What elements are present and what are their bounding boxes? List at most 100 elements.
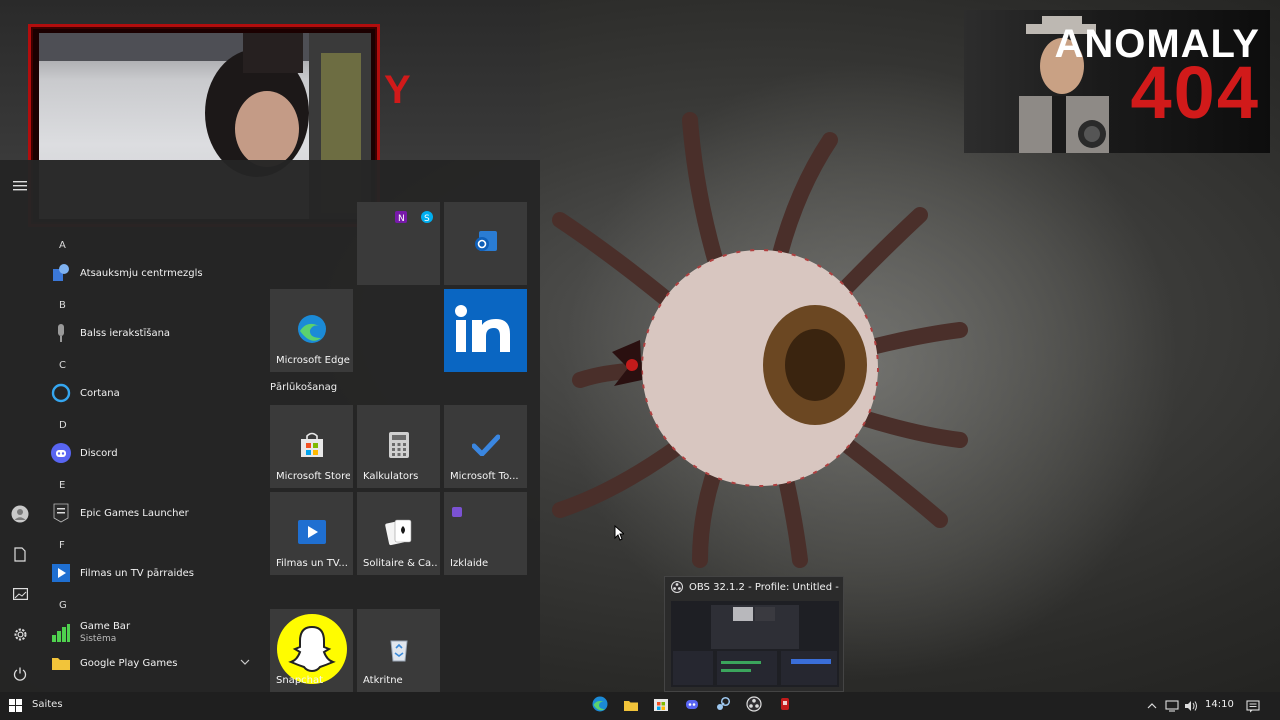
- taskbar-file-explorer[interactable]: [621, 696, 641, 716]
- tile-microsoft-todo[interactable]: Microsoft To...: [444, 405, 527, 488]
- steam-icon: [715, 696, 731, 716]
- tile-snapchat[interactable]: Snapchat: [270, 609, 353, 692]
- network-icon[interactable]: [1163, 696, 1181, 716]
- settings-gear-icon[interactable]: [8, 622, 32, 646]
- edge-icon: [592, 696, 608, 716]
- show-hidden-icons-chevron-up-icon[interactable]: [1143, 696, 1161, 716]
- tile-group-label[interactable]: Pārlūkošanag: [270, 382, 337, 393]
- tile-microsoft-edge[interactable]: Microsoft Edge: [270, 289, 353, 372]
- app-sublabel: Sistēma: [80, 634, 117, 644]
- tile-office-group[interactable]: N S: [357, 202, 440, 285]
- user-account-icon[interactable]: [8, 502, 32, 526]
- documents-icon[interactable]: [8, 542, 32, 566]
- tile-label: Filmas un TV...: [276, 558, 348, 569]
- app-item-cortana[interactable]: Cortana: [50, 378, 260, 408]
- taskbar-clock[interactable]: 14:10: [1205, 699, 1234, 710]
- app-item-game-bar[interactable]: Game Bar Sistēma: [50, 618, 260, 648]
- tile-linkedin[interactable]: [444, 289, 527, 372]
- tile-solitaire[interactable]: Solitaire & Ca...: [357, 492, 440, 575]
- taskbar-obs[interactable]: [744, 696, 764, 716]
- game-logo-overlay: ANOMALY 404: [964, 10, 1270, 153]
- letter-header[interactable]: F: [59, 540, 65, 551]
- obs-thumbnail: [671, 601, 839, 687]
- outlook-icon: [473, 229, 499, 259]
- epic-games-icon: [50, 502, 72, 524]
- windows-logo-icon: [8, 697, 22, 716]
- app-list: A Atsauksmju centrmezgls B Balss ierakst…: [40, 160, 260, 692]
- tile-entertainment-folder[interactable]: Izklaide: [444, 492, 527, 575]
- volume-icon[interactable]: [1182, 696, 1200, 716]
- app-item-feedback-hub[interactable]: Atsauksmju centrmezgls: [50, 258, 260, 288]
- obs-icon: [746, 696, 762, 716]
- tile-label: Izklaide: [450, 558, 489, 569]
- tile-calculator[interactable]: Kalkulators: [357, 405, 440, 488]
- letter-header[interactable]: C: [59, 360, 66, 371]
- letter-header[interactable]: D: [59, 420, 67, 431]
- tile-label: Microsoft Edge: [276, 355, 350, 366]
- tile-label: Kalkulators: [363, 471, 419, 482]
- folder-icon: [623, 697, 639, 716]
- pictures-icon[interactable]: [8, 582, 32, 606]
- movies-tv-icon: [50, 562, 72, 584]
- discord-icon: [684, 696, 700, 716]
- cortana-icon: [50, 382, 72, 404]
- taskbar-store[interactable]: [651, 696, 671, 716]
- onenote-icon: N: [395, 208, 407, 227]
- feedback-hub-icon: [50, 262, 72, 284]
- app-label: Balss ierakstīšana: [80, 327, 171, 339]
- overlay-logo-fragment: Y: [384, 68, 411, 112]
- app-label: Game Bar: [80, 621, 131, 632]
- app-item-epic-games[interactable]: Epic Games Launcher: [50, 498, 260, 528]
- hamburger-menu-icon[interactable]: [8, 174, 32, 198]
- mouse-cursor: [614, 524, 626, 545]
- obs-window-preview[interactable]: OBS 32.1.2 - Profile: Untitled - S...: [664, 576, 844, 692]
- tile-microsoft-store[interactable]: Microsoft Store: [270, 405, 353, 488]
- start-button[interactable]: [0, 692, 30, 720]
- taskbar-edge[interactable]: [590, 696, 610, 716]
- tile-movies-tv[interactable]: Filmas un TV...: [270, 492, 353, 575]
- voice-recorder-icon: [50, 322, 72, 344]
- tile-label: Atkritne: [363, 675, 403, 686]
- app-label: Cortana: [80, 387, 120, 399]
- start-rail: [0, 160, 40, 692]
- edge-icon: [297, 314, 327, 348]
- folder-icon: [50, 652, 72, 674]
- linkedin-icon: [454, 304, 518, 358]
- game-number-text: 404: [1130, 51, 1260, 134]
- letter-header[interactable]: G: [59, 600, 67, 611]
- app-item-movies-tv[interactable]: Filmas un TV pārraides: [50, 558, 260, 588]
- app-item-google-play-games[interactable]: Google Play Games: [50, 648, 260, 678]
- tile-label: Snapchat: [276, 675, 324, 686]
- taskbar-game[interactable]: [775, 696, 795, 716]
- tile-label: Microsoft Store: [276, 471, 350, 482]
- svg-text:N: N: [398, 214, 405, 223]
- solitaire-cards-icon: [384, 517, 414, 551]
- taskbar-steam[interactable]: [713, 696, 733, 716]
- calculator-icon: [388, 431, 410, 463]
- recycle-bin-icon: [388, 636, 410, 666]
- taskbar-search-label[interactable]: Saites: [32, 699, 63, 710]
- power-icon[interactable]: [8, 662, 32, 686]
- game-bar-icon: [50, 622, 72, 644]
- app-item-discord[interactable]: Discord: [50, 438, 260, 468]
- movies-tv-icon: [297, 517, 327, 551]
- app-label: Google Play Games: [80, 657, 178, 669]
- svg-text:S: S: [424, 214, 430, 223]
- letter-header[interactable]: E: [59, 480, 65, 491]
- app-label: Discord: [80, 447, 118, 459]
- app-label: Filmas un TV pārraides: [80, 567, 194, 579]
- app-item-voice-recorder[interactable]: Balss ierakstīšana: [50, 318, 260, 348]
- letter-header[interactable]: B: [59, 300, 66, 311]
- chevron-down-icon[interactable]: [240, 657, 250, 668]
- letter-header[interactable]: A: [59, 240, 66, 251]
- notifications-icon[interactable]: [1244, 696, 1262, 716]
- tile-label: Microsoft To...: [450, 471, 519, 482]
- taskbar-discord[interactable]: [682, 696, 702, 716]
- start-menu: A Atsauksmju centrmezgls B Balss ierakst…: [0, 160, 540, 692]
- skype-icon: S: [421, 208, 433, 227]
- todo-check-icon: [471, 434, 500, 460]
- store-icon: [298, 431, 326, 463]
- tile-recycle-bin[interactable]: Atkritne: [357, 609, 440, 692]
- tile-outlook[interactable]: [444, 202, 527, 285]
- app-label: Atsauksmju centrmezgls: [80, 267, 203, 279]
